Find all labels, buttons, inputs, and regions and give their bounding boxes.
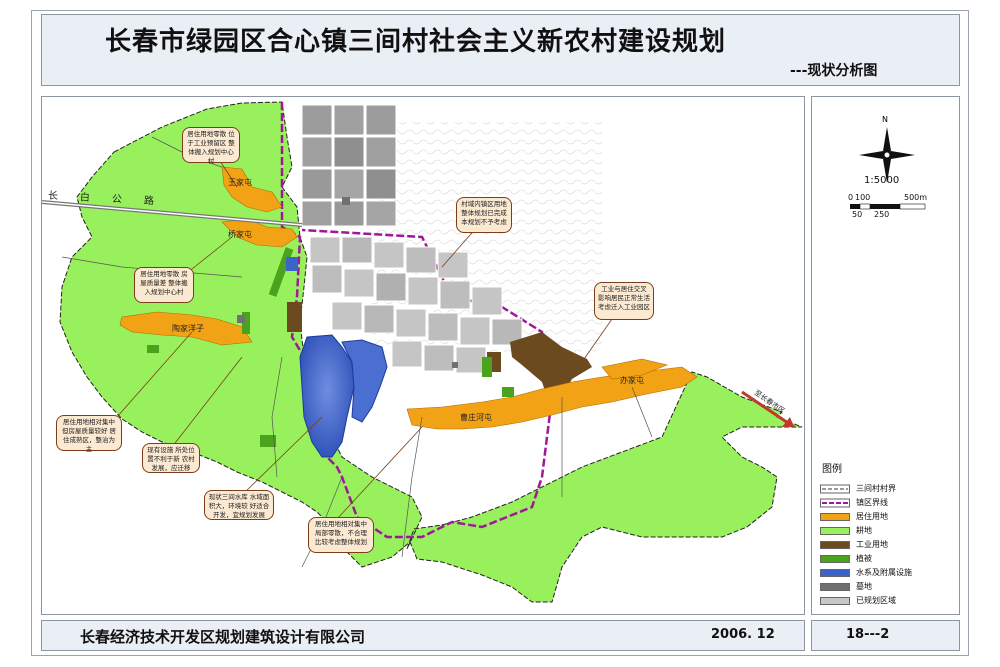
purple-dash-line-icon — [820, 498, 850, 508]
place-label-qiao-jia-tun: 桥家屯 — [228, 230, 252, 239]
scale-tick-500: 500m — [904, 193, 928, 202]
legend-item-industrial: 工业用地 — [820, 540, 955, 550]
place-label-tao-jia-yangzi: 陶家洋子 — [172, 324, 204, 333]
scale-ratio: 1:5000 — [864, 175, 900, 186]
note-1: 居住用地零散 位于工业预留区 整体搬入规划中心村 — [182, 127, 240, 165]
note-3: 居住用地零散 房屋质量差 整体搬入规划中心村 — [134, 267, 194, 303]
map-panel: 长白公路 至长春市区 王家屯 桥家屯 陶家洋子 办家屯 曹庄河屯 居住用地零散 … — [41, 96, 805, 615]
small-pond — [286, 257, 298, 271]
scale-tick-50: 50 — [852, 210, 863, 219]
place-label-ban-jia-tun: 办家屯 — [620, 376, 644, 385]
footer-sheet: 18---2 — [811, 620, 960, 651]
sheet-number: 18---2 — [846, 627, 890, 642]
legend-item-vegetation: 植被 — [820, 554, 955, 564]
note-8: 居住用地相对集中 局部零散，不合理 比较考虑整体规划 — [308, 517, 374, 553]
drawing-date: 2006. 12 — [711, 627, 775, 642]
scale-tick-0: 0 — [848, 193, 854, 202]
map-canvas — [42, 97, 804, 614]
legend-item-planned: 已规划区域 — [820, 596, 955, 606]
scale-tick-250: 250 — [874, 210, 890, 219]
legend-item-town-boundary: 镇区界线 — [820, 498, 955, 508]
legend-item-water: 水系及附属设施 — [820, 568, 955, 578]
legend-item-cemetery: 墓地 — [820, 582, 955, 592]
note-5: 居住用地相对集中 但房屋质量较好 居住成熟区，整治为主 — [56, 415, 122, 453]
note-6: 现有设施 所处位置不利于新 农村发展，应迁移 — [142, 443, 200, 473]
legend-item-farmland: 耕地 — [820, 526, 955, 536]
note-2: 村域内镇区用地 整体规划已完成 本规划不予考虑 — [456, 197, 512, 233]
title-block: 长春市绿园区合心镇三间村社会主义新农村建设规划 ---现状分析图 — [41, 14, 960, 86]
note-7: 现状三间水库 水域面积大，环境较 好适合开发，宜规划发展 — [204, 490, 274, 520]
side-panel: N 1:5000 0 100 500m 50 250 图例 三间村村界 镇区界线… — [811, 96, 960, 615]
dash-line-icon — [820, 484, 850, 494]
footer-info: 长春经济技术开发区规划建筑设计有限公司 2006. 12 — [41, 620, 805, 651]
map-subtitle: ---现状分析图 — [790, 63, 878, 79]
place-label-cao-zhang-he-tun: 曹庄河屯 — [460, 413, 492, 422]
map-title: 长春市绿园区合心镇三间村社会主义新农村建设规划 — [105, 27, 727, 57]
legend-title: 图例 — [822, 464, 842, 475]
legend-item-village-boundary: 三间村村界 — [820, 484, 955, 494]
north-label: N — [882, 115, 888, 124]
legend-item-residential: 居住用地 — [820, 512, 955, 522]
company-name: 长春经济技术开发区规划建筑设计有限公司 — [80, 628, 366, 646]
scale-tick-100: 100 — [855, 193, 871, 202]
place-label-wang-jia-tun: 王家屯 — [228, 178, 252, 187]
note-4: 工业与居住交叉 影响居民正常生活 考虑迁入工业园区 — [594, 282, 654, 320]
